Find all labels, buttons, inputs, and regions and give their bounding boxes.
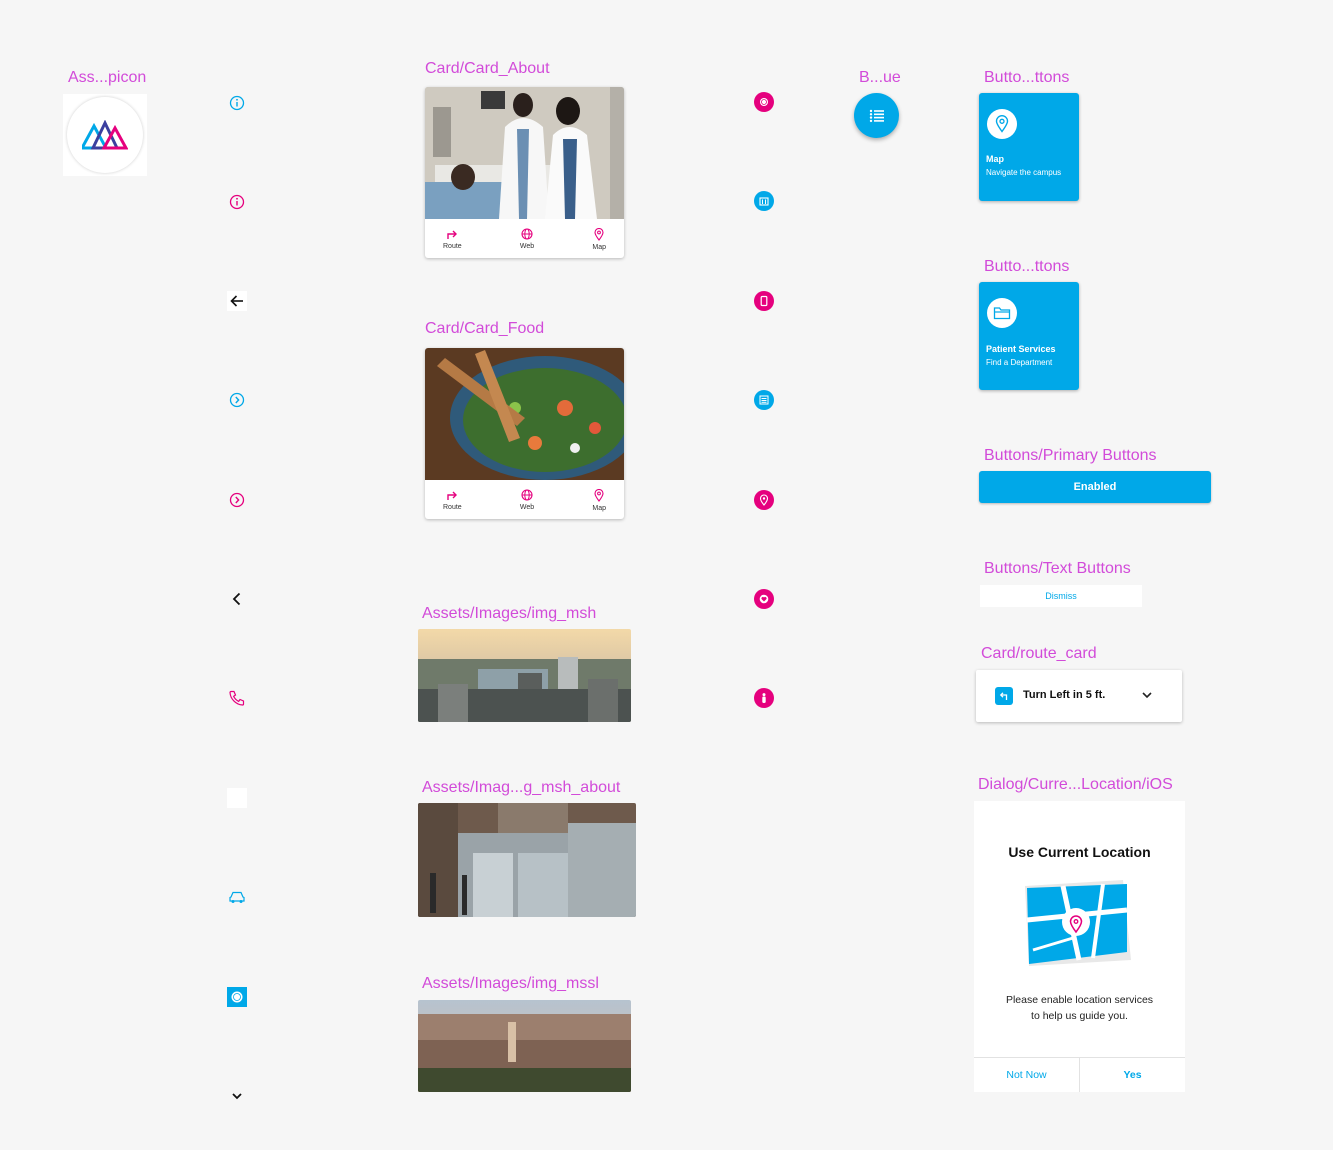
list-icon-blue xyxy=(754,390,774,410)
map-tile-subtitle: Navigate the campus xyxy=(986,168,1062,177)
city-aerial-photo xyxy=(418,1000,631,1092)
map-action[interactable]: Map xyxy=(592,227,606,251)
current-location-dialog: Use Current Location Please enable locat… xyxy=(974,801,1185,1092)
person-icon-pink xyxy=(754,688,774,708)
label-route-card: Card/route_card xyxy=(981,645,1097,662)
location-pin-icon-pink xyxy=(754,490,774,510)
hospital-room-photo xyxy=(425,87,624,219)
label-img-mssl: Assets/Images/img_mssl xyxy=(422,975,599,992)
globe-icon xyxy=(521,228,533,240)
route-label: Route xyxy=(443,503,462,511)
globe-icon xyxy=(521,489,533,501)
yes-button[interactable]: Yes xyxy=(1080,1058,1185,1092)
card-about[interactable]: Route Web Map xyxy=(425,87,624,258)
arrow-back-icon xyxy=(227,291,247,311)
label-img-msh-about: Assets/Imag...g_msh_about xyxy=(422,779,621,796)
enabled-primary-button[interactable]: Enabled xyxy=(979,471,1211,503)
route-action[interactable]: Route xyxy=(443,229,462,250)
route-instruction: Turn Left in 5 ft. xyxy=(1023,689,1106,701)
dialog-message-line1: Please enable location services xyxy=(1005,994,1154,1006)
expand-chevron-icon[interactable] xyxy=(1140,688,1154,702)
not-now-label: Not Now xyxy=(1006,1069,1047,1081)
chevron-right-circle-icon-blue xyxy=(227,390,247,410)
car-icon xyxy=(227,887,247,907)
label-fab: B...ue xyxy=(859,69,901,86)
map-tile-title: Map xyxy=(986,154,1004,164)
label-card-about: Card/Card_About xyxy=(425,60,550,77)
patient-services-tile-button[interactable]: Patient Services Find a Department xyxy=(979,282,1079,390)
list-icon xyxy=(869,109,884,122)
card-food-actions: Route Web Map xyxy=(425,481,624,519)
label-appicon: Ass...picon xyxy=(68,69,147,86)
card-about-actions: Route Web Map xyxy=(425,220,624,258)
label-img-msh: Assets/Images/img_msh xyxy=(422,605,597,622)
city-skyline-photo xyxy=(418,629,631,722)
web-action[interactable]: Web xyxy=(520,228,534,250)
patient-tile-title: Patient Services xyxy=(986,344,1056,354)
yes-label: Yes xyxy=(1123,1069,1142,1081)
label-tile-map: Butto...ttons xyxy=(984,69,1070,86)
map-pin-icon xyxy=(594,488,604,502)
salad-photo xyxy=(425,348,624,480)
dining-plate-icon xyxy=(227,987,247,1007)
map-action[interactable]: Map xyxy=(592,488,606,512)
phone-icon xyxy=(227,688,247,708)
building-entrance-photo xyxy=(418,803,636,917)
web-label: Web xyxy=(519,243,535,250)
web-label: Web xyxy=(519,504,535,511)
label-card-food: Card/Card_Food xyxy=(425,320,545,337)
dining-icon-pink xyxy=(754,92,774,112)
heart-icon-pink xyxy=(754,589,774,609)
chevron-left-icon xyxy=(227,589,247,609)
list-fab-button[interactable] xyxy=(854,93,899,138)
card-food[interactable]: Route Web Map xyxy=(425,348,624,519)
label-text-buttons: Buttons/Text Buttons xyxy=(984,560,1131,577)
info-icon-pink xyxy=(227,192,247,212)
map-tile-button[interactable]: Map Navigate the campus xyxy=(979,93,1079,201)
info-icon-blue xyxy=(227,93,247,113)
dialog-message-line2: to help us guide you. xyxy=(1031,1010,1128,1022)
blank-icon xyxy=(227,788,247,808)
not-now-button[interactable]: Not Now xyxy=(974,1058,1079,1092)
chevron-down-icon xyxy=(227,1086,247,1106)
route-icon xyxy=(447,491,458,500)
map-pin-icon xyxy=(594,227,604,241)
app-icon-tile xyxy=(63,94,147,176)
dialog-title: Use Current Location xyxy=(1008,844,1151,860)
enabled-button-label: Enabled xyxy=(1073,481,1117,493)
route-label: Route xyxy=(443,242,462,250)
map-label: Map xyxy=(592,243,606,251)
route-card[interactable]: Turn Left in 5 ft. xyxy=(976,670,1182,722)
folder-icon xyxy=(987,298,1017,328)
chevron-right-circle-icon-pink xyxy=(227,490,247,510)
turn-left-icon xyxy=(995,687,1013,705)
label-dialog: Dialog/Curre...Location/iOS xyxy=(978,776,1173,793)
label-primary-buttons: Buttons/Primary Buttons xyxy=(984,447,1157,464)
mountain-logo-icon xyxy=(82,120,128,150)
route-action[interactable]: Route xyxy=(443,490,462,511)
location-map-illustration xyxy=(1023,880,1133,968)
label-tile-patient: Butto...ttons xyxy=(984,258,1070,275)
dismiss-text-button[interactable]: Dismiss xyxy=(980,585,1142,607)
map-pin-icon xyxy=(987,109,1017,139)
web-action[interactable]: Web xyxy=(520,489,534,511)
phone-device-icon-pink xyxy=(754,291,774,311)
map-label: Map xyxy=(592,504,606,512)
patient-tile-subtitle: Find a Department xyxy=(986,358,1053,367)
app-icon xyxy=(67,97,143,173)
route-icon xyxy=(447,230,458,239)
dismiss-label: Dismiss xyxy=(1045,591,1077,601)
building-icon-blue xyxy=(754,191,774,211)
